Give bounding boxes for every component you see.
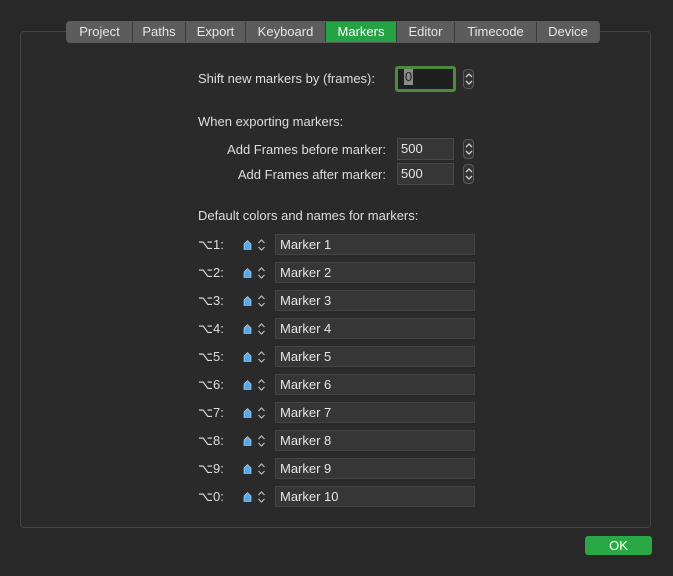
preferences-tabbar: Project Paths Export Keyboard Markers Ed… bbox=[66, 21, 600, 43]
frames-after-label: Add Frames after marker: bbox=[237, 167, 386, 182]
marker-shortcut-label: ⌥6: bbox=[198, 377, 224, 392]
tab-export[interactable]: Export bbox=[186, 22, 246, 42]
marker-color-icon[interactable] bbox=[243, 296, 252, 306]
marker-shortcut-label: ⌥3: bbox=[198, 293, 224, 308]
ok-button[interactable]: OK bbox=[585, 536, 652, 555]
marker-shortcut-label: ⌥9: bbox=[198, 461, 224, 476]
marker-color-icon[interactable] bbox=[243, 268, 252, 278]
marker-color-chevron-icon[interactable] bbox=[257, 462, 266, 476]
marker-color-chevron-icon[interactable] bbox=[257, 322, 266, 336]
marker-name-input[interactable]: Marker 1 bbox=[275, 234, 475, 255]
marker-color-icon[interactable] bbox=[243, 352, 252, 362]
marker-color-icon[interactable] bbox=[243, 240, 252, 250]
marker-name-input[interactable]: Marker 8 bbox=[275, 430, 475, 451]
frames-before-input[interactable]: 500 bbox=[397, 138, 454, 160]
tab-paths[interactable]: Paths bbox=[133, 22, 186, 42]
tab-project[interactable]: Project bbox=[67, 22, 133, 42]
marker-shortcut-label: ⌥7: bbox=[198, 405, 224, 420]
exporting-heading: When exporting markers: bbox=[198, 114, 344, 129]
marker-shortcut-label: ⌥1: bbox=[198, 237, 224, 252]
defaults-heading: Default colors and names for markers: bbox=[198, 208, 419, 223]
marker-name-input[interactable]: Marker 6 bbox=[275, 374, 475, 395]
marker-name-input[interactable]: Marker 7 bbox=[275, 402, 475, 423]
marker-shortcut-label: ⌥4: bbox=[198, 321, 224, 336]
marker-color-chevron-icon[interactable] bbox=[257, 490, 266, 504]
marker-shortcut-label: ⌥8: bbox=[198, 433, 224, 448]
marker-color-icon[interactable] bbox=[243, 464, 252, 474]
marker-color-chevron-icon[interactable] bbox=[257, 266, 266, 280]
marker-color-icon[interactable] bbox=[243, 408, 252, 418]
marker-name-input[interactable]: Marker 3 bbox=[275, 290, 475, 311]
marker-color-chevron-icon[interactable] bbox=[257, 350, 266, 364]
shift-markers-value: 0 bbox=[404, 69, 414, 85]
stepper-arrows-icon bbox=[465, 73, 473, 85]
marker-name-input[interactable]: Marker 10 bbox=[275, 486, 475, 507]
stepper-arrows-icon bbox=[465, 168, 473, 180]
frames-before-label: Add Frames before marker: bbox=[227, 142, 386, 157]
marker-shortcut-label: ⌥0: bbox=[198, 489, 224, 504]
marker-name-input[interactable]: Marker 2 bbox=[275, 262, 475, 283]
marker-color-icon[interactable] bbox=[243, 380, 252, 390]
marker-shortcut-label: ⌥5: bbox=[198, 349, 224, 364]
marker-color-chevron-icon[interactable] bbox=[257, 434, 266, 448]
tab-keyboard[interactable]: Keyboard bbox=[246, 22, 326, 42]
tab-editor[interactable]: Editor bbox=[397, 22, 455, 42]
marker-shortcut-label: ⌥2: bbox=[198, 265, 224, 280]
marker-color-icon[interactable] bbox=[243, 492, 252, 502]
marker-name-input[interactable]: Marker 4 bbox=[275, 318, 475, 339]
shift-markers-stepper[interactable] bbox=[463, 69, 474, 89]
marker-color-icon[interactable] bbox=[243, 324, 252, 334]
marker-name-input[interactable]: Marker 9 bbox=[275, 458, 475, 479]
marker-name-input[interactable]: Marker 5 bbox=[275, 346, 475, 367]
tab-markers[interactable]: Markers bbox=[326, 22, 397, 42]
marker-color-chevron-icon[interactable] bbox=[257, 294, 266, 308]
tab-device[interactable]: Device bbox=[537, 22, 599, 42]
frames-before-stepper[interactable] bbox=[463, 139, 474, 159]
tab-timecode[interactable]: Timecode bbox=[455, 22, 537, 42]
marker-color-chevron-icon[interactable] bbox=[257, 378, 266, 392]
frames-after-input[interactable]: 500 bbox=[397, 163, 454, 185]
marker-color-chevron-icon[interactable] bbox=[257, 406, 266, 420]
frames-after-stepper[interactable] bbox=[463, 164, 474, 184]
shift-markers-label: Shift new markers by (frames): bbox=[198, 71, 375, 86]
marker-color-icon[interactable] bbox=[243, 436, 252, 446]
shift-markers-input[interactable]: 0 bbox=[395, 66, 456, 92]
stepper-arrows-icon bbox=[465, 143, 473, 155]
marker-color-chevron-icon[interactable] bbox=[257, 238, 266, 252]
